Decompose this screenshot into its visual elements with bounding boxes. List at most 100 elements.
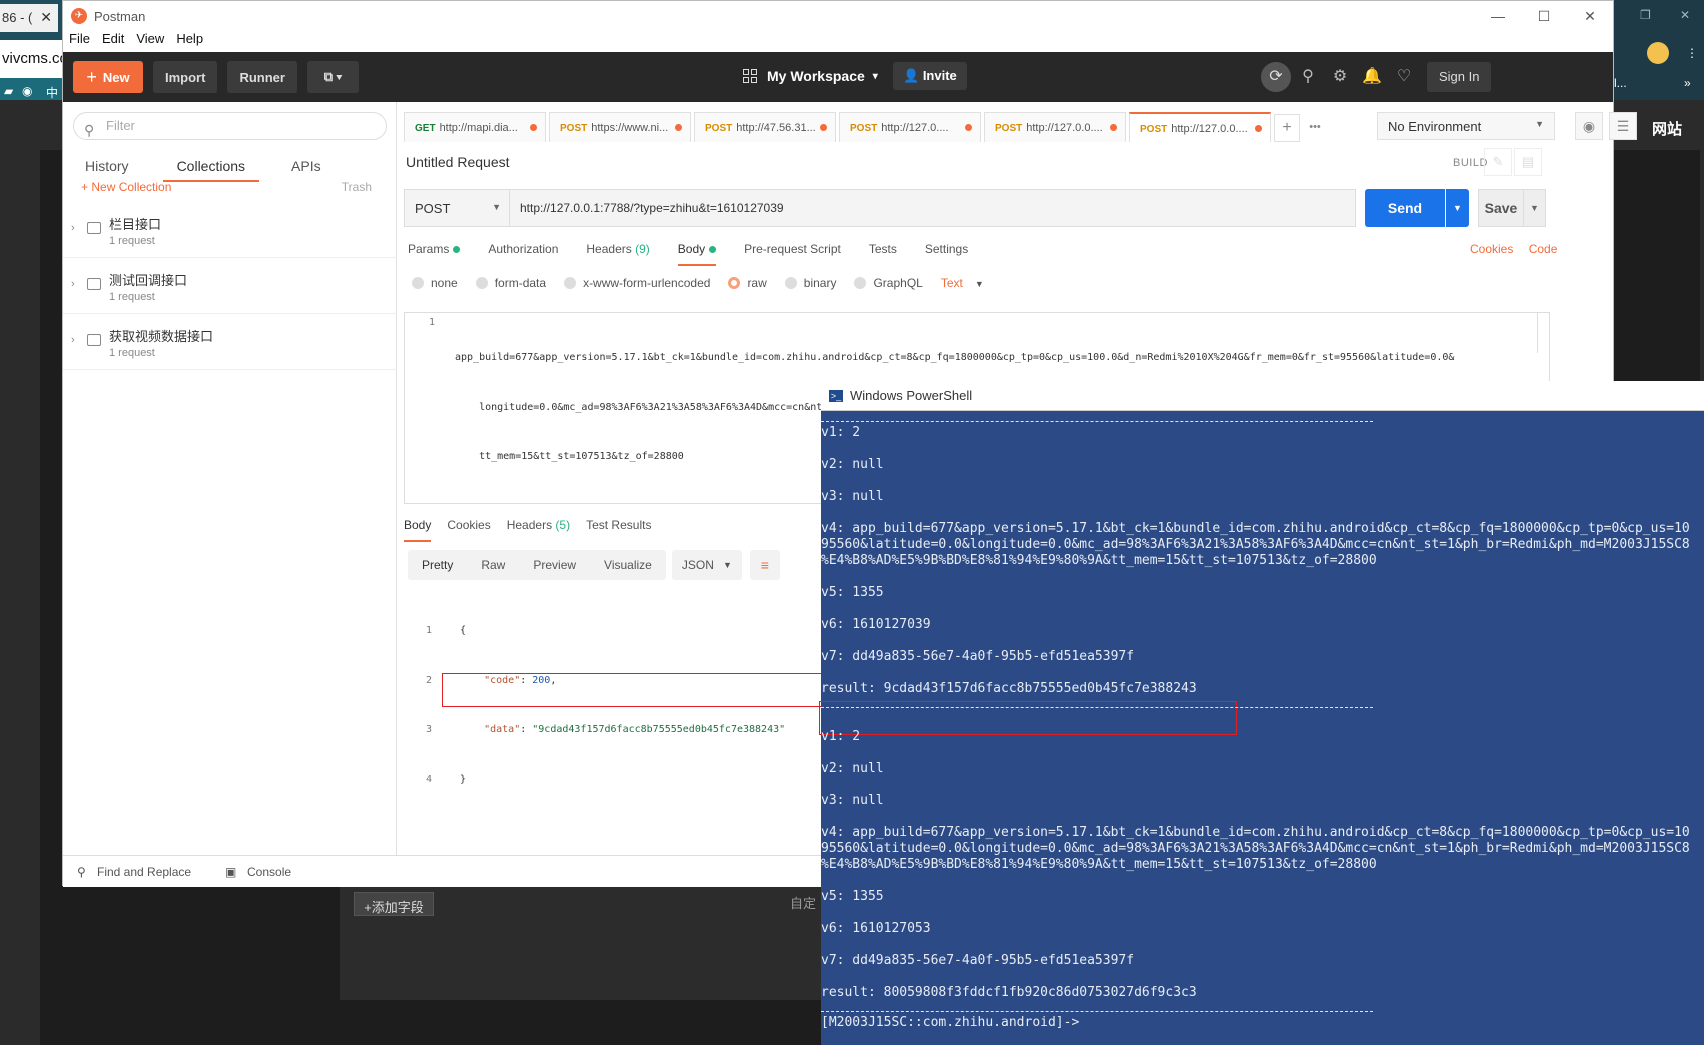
close-icon[interactable]: ✕ [1680, 8, 1690, 22]
view-pretty[interactable]: Pretty [408, 550, 467, 580]
request-tab-active[interactable]: POST http://127.0.0.... [1129, 112, 1271, 142]
site-link[interactable]: 网站 [1652, 118, 1682, 139]
radio-none[interactable]: none [412, 276, 458, 290]
gear-icon[interactable]: ⚙ [1325, 62, 1355, 92]
tab-history[interactable]: History [85, 158, 129, 182]
collection-item[interactable]: › 栏目接口 1 request [63, 202, 397, 258]
tab-response-cookies[interactable]: Cookies [447, 518, 490, 542]
request-tab[interactable]: POST http://47.56.31... [694, 112, 836, 142]
radio-graphql[interactable]: GraphQL [854, 276, 923, 290]
tab-params[interactable]: Params [408, 242, 461, 266]
close-icon[interactable]: ✕ [1567, 1, 1613, 31]
browser-tab[interactable]: 86 - ( ✕ [0, 4, 58, 32]
collection-name: 栏目接口 [109, 217, 162, 232]
trash-link[interactable]: Trash [342, 180, 372, 194]
sign-in-button[interactable]: Sign In [1427, 62, 1492, 92]
editor-scrollbar[interactable] [1537, 313, 1549, 353]
comment-icon[interactable]: ▤ [1514, 148, 1542, 176]
chevron-down-icon[interactable]: ▼ [1446, 189, 1469, 227]
new-collection-button[interactable]: + New Collection [81, 180, 171, 194]
request-tab[interactable]: POST http://127.0.0.... [984, 112, 1126, 142]
send-button[interactable]: Send [1365, 189, 1445, 227]
maximize-icon[interactable]: ☐ [1521, 1, 1567, 31]
filter-input[interactable]: ⚲ Filter [73, 112, 387, 140]
eye-icon[interactable]: ◉ [1575, 112, 1603, 140]
cookies-link[interactable]: Cookies [1470, 242, 1513, 256]
tab-prerequest-script[interactable]: Pre-request Script [744, 242, 841, 266]
request-tab[interactable]: POST http://127.0.... [839, 112, 981, 142]
tab-authorization[interactable]: Authorization [488, 242, 558, 266]
collection-item[interactable]: › 测试回调接口 1 request [63, 258, 397, 314]
globe-icon[interactable]: ◉ [22, 84, 32, 98]
response-format-select[interactable]: JSON ▼ [671, 550, 742, 580]
menu-view[interactable]: View [136, 31, 164, 51]
more-icon[interactable]: ••• [1302, 114, 1328, 142]
tab-collections[interactable]: Collections [162, 158, 260, 182]
add-field-button[interactable]: +添加字段 [354, 892, 434, 916]
add-tab-button[interactable]: + [1274, 114, 1300, 142]
search-icon: ⚲ [77, 865, 86, 879]
close-icon[interactable]: ✕ [40, 9, 52, 26]
menu-help[interactable]: Help [176, 31, 203, 51]
menu-edit[interactable]: Edit [102, 31, 124, 51]
build-mode-label[interactable]: BUILD [1453, 157, 1488, 169]
tab-headers[interactable]: Headers (9) [586, 242, 649, 266]
import-button[interactable]: Import [153, 61, 218, 93]
tab-body[interactable]: Body [677, 242, 717, 266]
request-tab[interactable]: GET http://mapi.dia... [404, 112, 546, 142]
satellite-icon[interactable]: ⚲ [1293, 62, 1323, 92]
method-select[interactable]: POST ▼ [404, 189, 510, 227]
invite-button[interactable]: 👤 Invite [893, 62, 967, 90]
tab-response-headers[interactable]: Headers (5) [507, 518, 570, 542]
sliders-icon[interactable]: ☰ [1609, 112, 1637, 140]
bookmark-icon[interactable]: ▰ [4, 84, 13, 98]
restore-icon[interactable]: ❐ [1640, 8, 1651, 22]
pencil-icon[interactable]: ✎ [1484, 148, 1512, 176]
workspace-selector[interactable]: My Workspace ▾ [743, 68, 878, 84]
address-input[interactable]: vivcms.co [0, 40, 68, 78]
chevron-right-icon[interactable]: › [71, 278, 75, 290]
tab-apis[interactable]: APIs [291, 158, 321, 182]
environment-select[interactable]: No Environment ▼ [1377, 112, 1555, 140]
radio-urlencoded[interactable]: x-www-form-urlencoded [564, 276, 710, 290]
request-tab[interactable]: POST https://www.ni... [549, 112, 691, 142]
radio-binary[interactable]: binary [784, 276, 836, 290]
body-format-select[interactable]: Text ▼ [941, 276, 984, 290]
avatar[interactable] [1647, 42, 1669, 64]
menu-file[interactable]: File [69, 31, 90, 51]
tab-url: https://www.ni... [591, 122, 669, 134]
tab-settings[interactable]: Settings [925, 242, 968, 266]
collection-item[interactable]: › 获取视频数据接口 1 request [63, 314, 397, 370]
view-preview[interactable]: Preview [519, 550, 590, 580]
runner-button[interactable]: Runner [227, 61, 297, 93]
radio-form-data[interactable]: form-data [475, 276, 546, 290]
minimize-icon[interactable]: — [1475, 1, 1521, 31]
chevron-right-icon[interactable]: › [71, 334, 75, 346]
view-raw[interactable]: Raw [467, 550, 519, 580]
method-label: POST [415, 201, 451, 216]
heart-icon[interactable]: ♡ [1389, 62, 1419, 92]
url-input[interactable]: http://127.0.0.1:7788/?type=zhihu&t=1610… [510, 189, 1356, 227]
new-window-button[interactable]: ⧉ ▾ [306, 61, 359, 93]
tab-test-results[interactable]: Test Results [586, 518, 651, 542]
tab-response-body[interactable]: Body [404, 518, 432, 542]
bell-icon[interactable]: 🔔 [1357, 62, 1387, 92]
view-visualize[interactable]: Visualize [590, 550, 666, 580]
bookmark-item[interactable]: 中 [46, 84, 58, 101]
sync-icon[interactable]: ⟳ [1261, 62, 1291, 92]
console-prompt[interactable]: [M2003J15SC::com.zhihu.android]-> [821, 1015, 1079, 1030]
chevron-down-icon[interactable]: ▼ [1524, 189, 1546, 227]
radio-raw[interactable]: raw [728, 276, 767, 290]
menu-icon[interactable]: ⋮ [1686, 46, 1698, 60]
sidebar: ⚲ Filter History Collections APIs + New … [63, 102, 397, 886]
console-button[interactable]: Console [247, 865, 291, 879]
chevron-right-icon[interactable]: › [71, 222, 75, 234]
tab-tests[interactable]: Tests [869, 242, 897, 266]
wrap-lines-icon[interactable]: ≡ [749, 550, 780, 580]
code-link[interactable]: Code [1529, 242, 1558, 256]
new-button[interactable]: + New [73, 61, 143, 93]
request-name[interactable]: Untitled Request [406, 154, 510, 170]
more-icon[interactable]: » [1684, 76, 1691, 90]
find-replace-button[interactable]: Find and Replace [97, 865, 191, 879]
save-button[interactable]: Save [1478, 189, 1524, 227]
